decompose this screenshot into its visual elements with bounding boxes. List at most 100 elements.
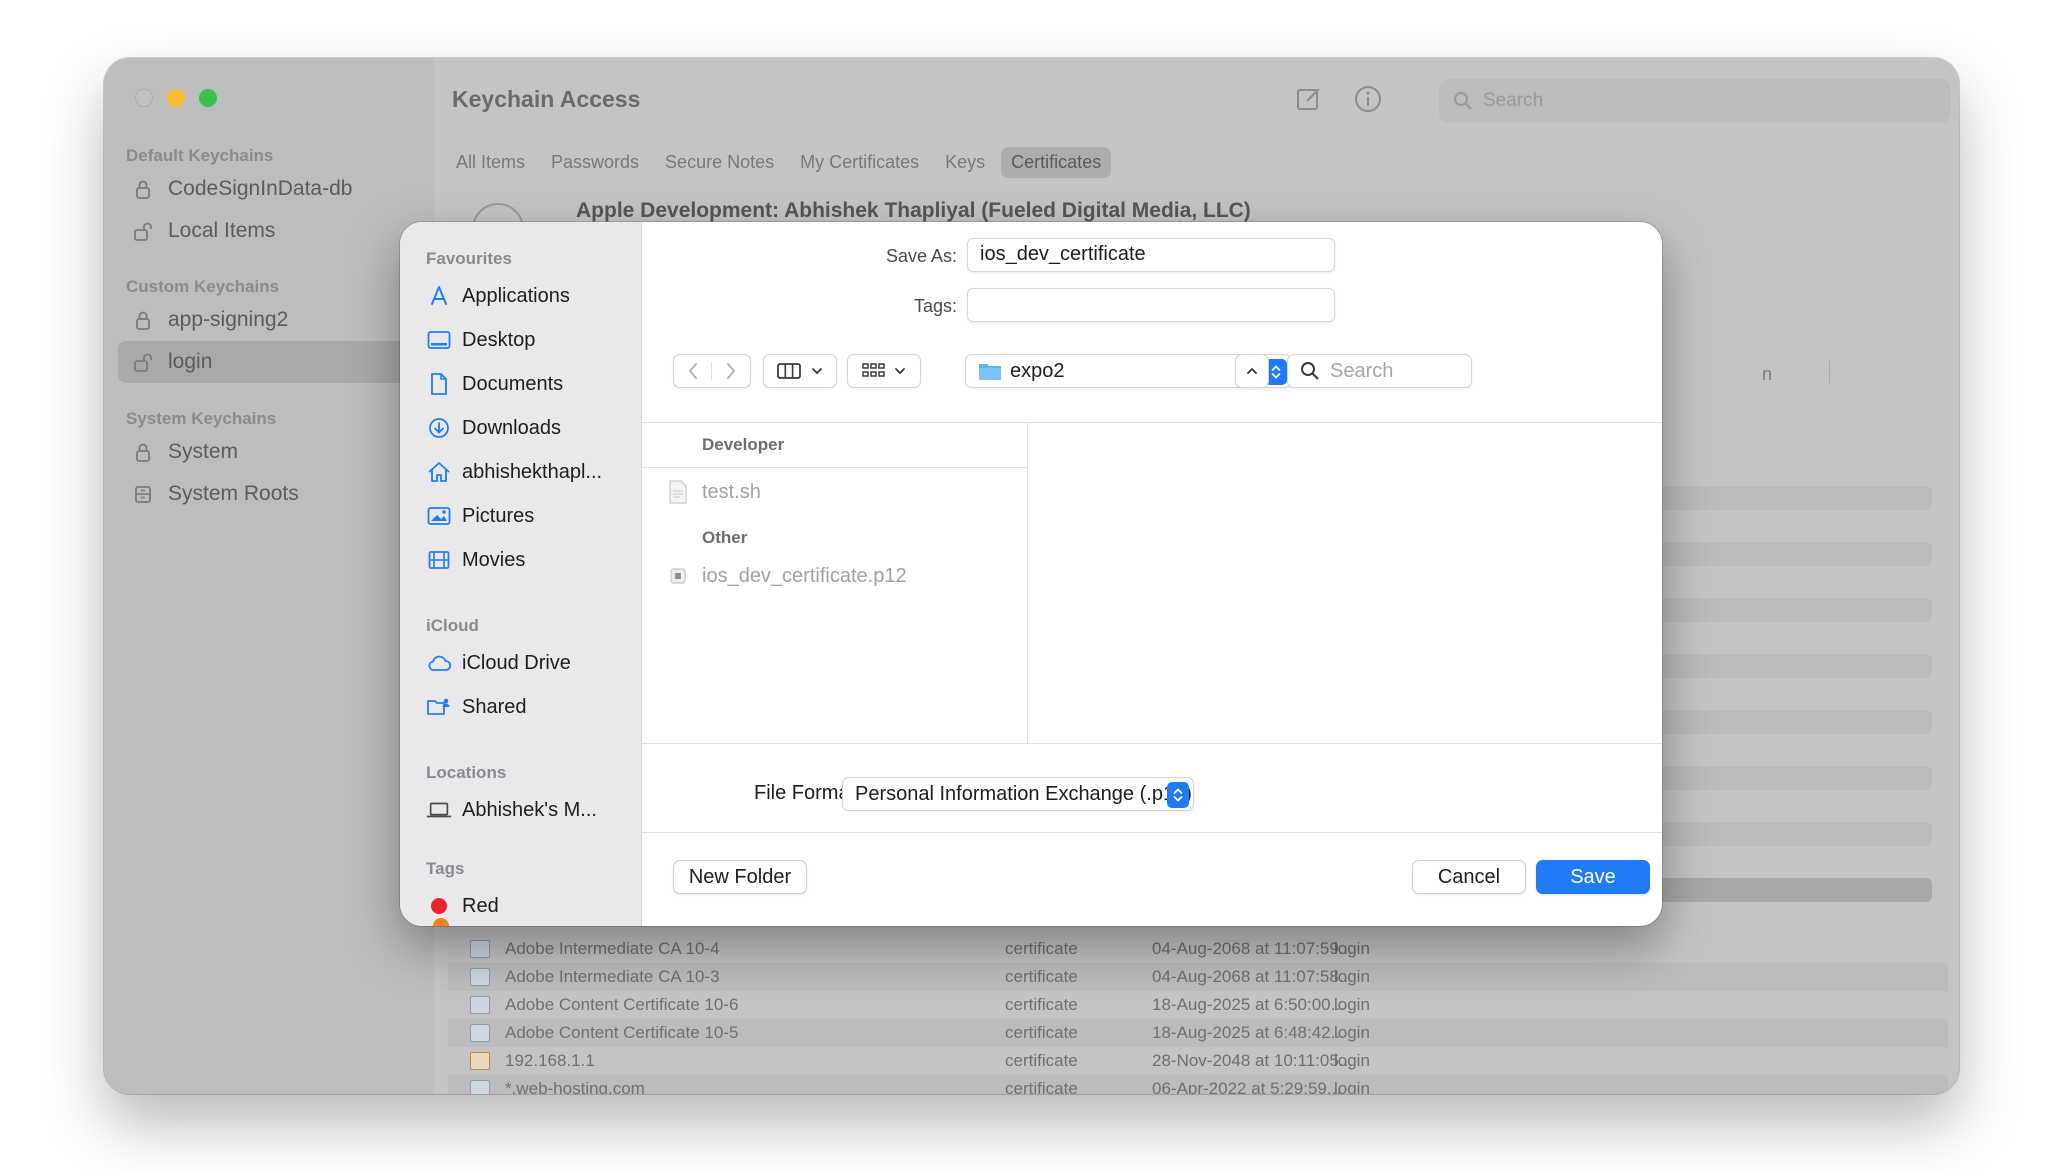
table-row[interactable]: Adobe Content Certificate 10-6 certifica…	[448, 991, 1948, 1019]
sidebar-item-label: CodeSignInData-db	[168, 177, 353, 200]
info-icon[interactable]	[1353, 84, 1383, 114]
sidebar-item-login[interactable]: login	[118, 341, 418, 383]
sidebar-item-applications[interactable]: Applications	[426, 280, 570, 312]
sidebar-item-downloads[interactable]: Downloads	[426, 412, 561, 444]
applications-icon	[426, 283, 452, 309]
sidebar-item-label: Pictures	[462, 504, 535, 527]
table-row[interactable]: *.web-hosting.com certificate 06-Apr-202…	[448, 1075, 1948, 1094]
sidebar-item-local-items[interactable]: Local Items	[118, 210, 418, 252]
sidebar-heading-default: Default Keychains	[126, 146, 274, 165]
window-title: Keychain Access	[452, 86, 641, 112]
chevron-up-icon	[1247, 367, 1257, 374]
sidebar-item-label: Shared	[462, 695, 527, 718]
row-name: *.web-hosting.com	[505, 1079, 645, 1094]
file-format-popup[interactable]: Personal Information Exchange (.p12)	[842, 777, 1194, 811]
shared-folder-icon	[426, 694, 452, 720]
back-button[interactable]	[674, 362, 712, 380]
tab-my-certificates[interactable]: My Certificates	[790, 147, 929, 178]
table-row[interactable]: Adobe Intermediate CA 10-4 certificate 0…	[448, 935, 1948, 963]
category-filter-bar: All Items Passwords Secure Notes My Cert…	[446, 147, 1112, 178]
sidebar-item-label: Desktop	[462, 328, 536, 351]
certificate-icon	[470, 996, 490, 1014]
minimize-window-button[interactable]	[167, 89, 185, 107]
sidebar-item-pictures[interactable]: Pictures	[426, 500, 534, 532]
search-icon	[1454, 92, 1472, 110]
sidebar-heading-icloud: iCloud	[426, 616, 479, 635]
table-row[interactable]: Adobe Intermediate CA 10-3 certificate 0…	[448, 963, 1948, 991]
chevron-right-icon	[727, 363, 736, 379]
save-dialog: Favourites Applications Desktop Document…	[400, 222, 1662, 926]
tab-passwords[interactable]: Passwords	[541, 147, 649, 178]
search-placeholder: Search	[1483, 90, 1544, 111]
columns-view-icon	[777, 363, 801, 379]
sidebar-item-label: login	[168, 350, 213, 373]
sidebar-item-icloud-drive[interactable]: iCloud Drive	[426, 647, 571, 679]
dialog-search-field[interactable]: Search	[1287, 354, 1472, 388]
row-expires: 28-Nov-2048 at 10:11:05...	[1152, 1051, 1353, 1070]
save-button[interactable]: Save	[1536, 860, 1650, 894]
cloud-icon	[426, 650, 452, 676]
sidebar-item-home[interactable]: abhishekthapl...	[426, 456, 602, 488]
laptop-icon	[426, 797, 452, 823]
sidebar-item-macbook[interactable]: Abhishek's M...	[426, 794, 597, 826]
chevron-down-icon	[895, 368, 905, 375]
chevron-left-icon	[688, 363, 697, 379]
movies-icon	[426, 547, 452, 573]
tab-keys[interactable]: Keys	[935, 147, 995, 178]
certificate-file-icon	[670, 568, 686, 584]
sidebar-item-tag-red[interactable]: Red	[426, 890, 499, 922]
certificate-icon	[470, 1080, 490, 1094]
sidebar-item-label: iCloud Drive	[462, 651, 571, 674]
row-keychain: login	[1334, 995, 1370, 1014]
grid-view-icon	[862, 363, 885, 377]
sidebar-item-label: Red	[462, 894, 499, 917]
forward-button[interactable]	[712, 362, 750, 380]
close-window-button[interactable]	[135, 89, 153, 107]
search-placeholder: Search	[1330, 359, 1394, 382]
sidebar-item-system-roots[interactable]: System Roots	[118, 473, 418, 515]
sidebar-item-app-signing2[interactable]: app-signing2	[118, 299, 418, 341]
sidebar-heading-custom: Custom Keychains	[126, 277, 280, 296]
file-name: test.sh	[702, 480, 761, 503]
table-row[interactable]: Adobe Content Certificate 10-5 certifica…	[448, 1019, 1948, 1047]
sidebar-item-shared[interactable]: Shared	[426, 691, 527, 723]
file-name: ios_dev_certificate.p12	[702, 564, 907, 587]
sidebar-item-codesignindata-db[interactable]: CodeSignInData-db	[118, 168, 418, 210]
cancel-button[interactable]: Cancel	[1412, 860, 1526, 894]
location-name: expo2	[1010, 359, 1065, 382]
save-as-field[interactable]: ios_dev_certificate	[967, 238, 1335, 272]
selected-certificate-title: Apple Development: Abhishek Thapliyal (F…	[576, 199, 1251, 222]
tab-secure-notes[interactable]: Secure Notes	[655, 147, 784, 178]
tags-field[interactable]	[967, 288, 1335, 322]
row-name: Adobe Intermediate CA 10-3	[505, 967, 720, 986]
collapse-dialog-button[interactable]	[1235, 354, 1269, 388]
browser-column: Developer test.sh Other ios_dev_certific…	[642, 423, 1028, 743]
zoom-window-button[interactable]	[199, 89, 217, 107]
tags-label: Tags:	[913, 296, 957, 316]
desktop-icon	[426, 327, 452, 353]
cabinet-icon	[132, 483, 154, 505]
table-row[interactable]: 192.168.1.1 certificate 28-Nov-2048 at 1…	[448, 1047, 1948, 1075]
group-divider	[642, 467, 1028, 468]
lock-icon	[132, 441, 154, 463]
tab-all-items[interactable]: All Items	[446, 147, 535, 178]
group-by-button[interactable]	[847, 354, 921, 388]
sidebar-item-label: System	[168, 440, 239, 463]
compose-icon[interactable]	[1294, 84, 1324, 114]
column-view-button[interactable]	[763, 354, 837, 388]
sidebar-item-movies[interactable]: Movies	[426, 544, 525, 576]
sidebar-item-documents[interactable]: Documents	[426, 368, 563, 400]
documents-icon	[426, 371, 452, 397]
window-search-field[interactable]: Search	[1439, 79, 1951, 123]
tab-certificates[interactable]: Certificates	[1001, 147, 1112, 178]
file-row-ios-dev-certificate[interactable]: ios_dev_certificate.p12	[668, 564, 907, 588]
sidebar-item-desktop[interactable]: Desktop	[426, 324, 535, 356]
row-keychain: login	[1334, 1023, 1370, 1042]
new-folder-button[interactable]: New Folder	[673, 860, 807, 894]
file-row-test-sh[interactable]: test.sh	[668, 480, 761, 504]
column-separator	[1829, 361, 1830, 383]
row-kind: certificate	[1005, 1079, 1078, 1094]
row-kind: certificate	[1005, 1051, 1078, 1070]
sidebar-item-system[interactable]: System	[118, 431, 418, 473]
unlock-icon	[132, 351, 154, 373]
